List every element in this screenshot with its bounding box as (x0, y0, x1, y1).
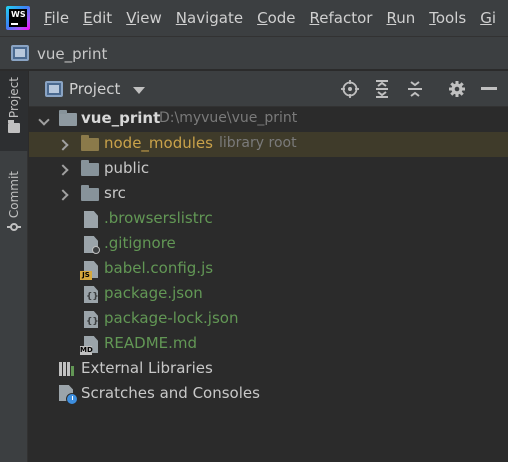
root-folder-path: D:\myvue\vue_print (159, 110, 298, 126)
logo-text: WS (11, 10, 26, 19)
tree-item-package-json[interactable]: {} package.json (29, 282, 508, 307)
tree-item-node-modules[interactable]: node_modules library root (29, 132, 508, 157)
navigation-bar: vue_print (0, 36, 508, 70)
tree-item-label: package.json (104, 284, 203, 302)
folder-icon (81, 160, 99, 176)
tree-item-public[interactable]: public (29, 157, 508, 182)
js-badge: JS (80, 271, 92, 280)
tree-item-external-libraries[interactable]: External Libraries (29, 357, 508, 382)
md-badge: MD (80, 346, 93, 355)
commit-icon (7, 223, 21, 232)
tree-item-label: .browserslistrc (104, 209, 213, 227)
project-view-selector[interactable]: Project (69, 80, 120, 98)
tree-item-label: External Libraries (81, 359, 213, 377)
text-file-icon (84, 211, 98, 228)
collapsed-arrow-icon[interactable] (59, 139, 69, 149)
tree-item-src[interactable]: src (29, 182, 508, 207)
project-tool-tab[interactable]: Project (0, 71, 28, 151)
tree-item-scratches[interactable]: Scratches and Consoles (29, 382, 508, 407)
expanded-arrow-icon[interactable] (39, 114, 49, 124)
menu-refactor[interactable]: Refactor (310, 9, 373, 27)
collapsed-arrow-icon[interactable] (59, 164, 69, 174)
menu-run[interactable]: Run (386, 9, 415, 27)
gear-icon (449, 81, 465, 97)
menu-file[interactable]: File (44, 9, 69, 27)
tree-item-label: README.md (104, 334, 198, 352)
folder-icon (81, 185, 99, 201)
menu-edit[interactable]: Edit (83, 9, 112, 27)
collapse-all-button[interactable] (405, 79, 425, 99)
libraries-icon (59, 362, 77, 376)
tree-item-label: .gitignore (104, 234, 176, 252)
project-folder-icon (11, 45, 29, 61)
breadcrumb-project[interactable]: vue_print (37, 45, 107, 63)
json-badge: {} (86, 317, 99, 327)
expand-all-button[interactable] (372, 79, 392, 99)
crosshair-icon (341, 80, 359, 98)
ignore-badge-icon (92, 246, 100, 254)
tree-item-label: Scratches and Consoles (81, 384, 260, 402)
project-panel-header: Project (29, 71, 508, 107)
minimize-icon (481, 87, 497, 90)
library-folder-icon (81, 135, 99, 151)
collapse-all-icon (408, 81, 422, 97)
project-tree: vue_print D:\myvue\vue_print node_module… (29, 107, 508, 462)
tree-root[interactable]: vue_print D:\myvue\vue_print (29, 107, 508, 132)
menu-code[interactable]: Code (257, 9, 295, 27)
menu-bar: WS File Edit View Navigate Code Refactor… (0, 0, 508, 36)
menu-tools[interactable]: Tools (429, 9, 466, 27)
tree-item-label: public (104, 159, 150, 177)
chevron-down-icon[interactable] (133, 87, 145, 94)
menu-navigate[interactable]: Navigate (176, 9, 243, 27)
folder-icon (59, 110, 77, 126)
webstorm-logo-icon[interactable]: WS (6, 6, 30, 30)
project-view-icon (45, 81, 63, 97)
tree-item-label: package-lock.json (104, 309, 239, 327)
expand-all-icon (376, 80, 388, 98)
collapsed-arrow-icon[interactable] (59, 189, 69, 199)
options-button[interactable] (447, 79, 467, 99)
tree-item-label: babel.config.js (104, 259, 214, 277)
root-folder-name: vue_print (81, 109, 161, 127)
tree-item-label: node_modules (104, 134, 213, 152)
tree-item-babel-config[interactable]: JS babel.config.js (29, 257, 508, 282)
folder-icon (8, 120, 20, 134)
tree-item-label: src (104, 184, 126, 202)
tree-item-readme[interactable]: MD README.md (29, 332, 508, 357)
tree-item-gitignore[interactable]: .gitignore (29, 232, 508, 257)
clock-icon (66, 393, 78, 405)
select-opened-file-button[interactable] (340, 79, 360, 99)
project-tab-label: Project (7, 77, 21, 119)
tool-window-strip: Project Commit (0, 71, 28, 462)
menu-git[interactable]: Gi (480, 9, 496, 27)
hide-panel-button[interactable] (479, 79, 499, 99)
commit-tab-label: Commit (7, 171, 21, 219)
tree-item-browserslistrc[interactable]: .browserslistrc (29, 207, 508, 232)
menu-view[interactable]: View (126, 9, 162, 27)
commit-tool-tab[interactable]: Commit (0, 165, 28, 245)
library-root-tag: library root (219, 135, 297, 151)
json-badge: {} (86, 292, 99, 302)
tree-item-package-lock-json[interactable]: {} package-lock.json (29, 307, 508, 332)
